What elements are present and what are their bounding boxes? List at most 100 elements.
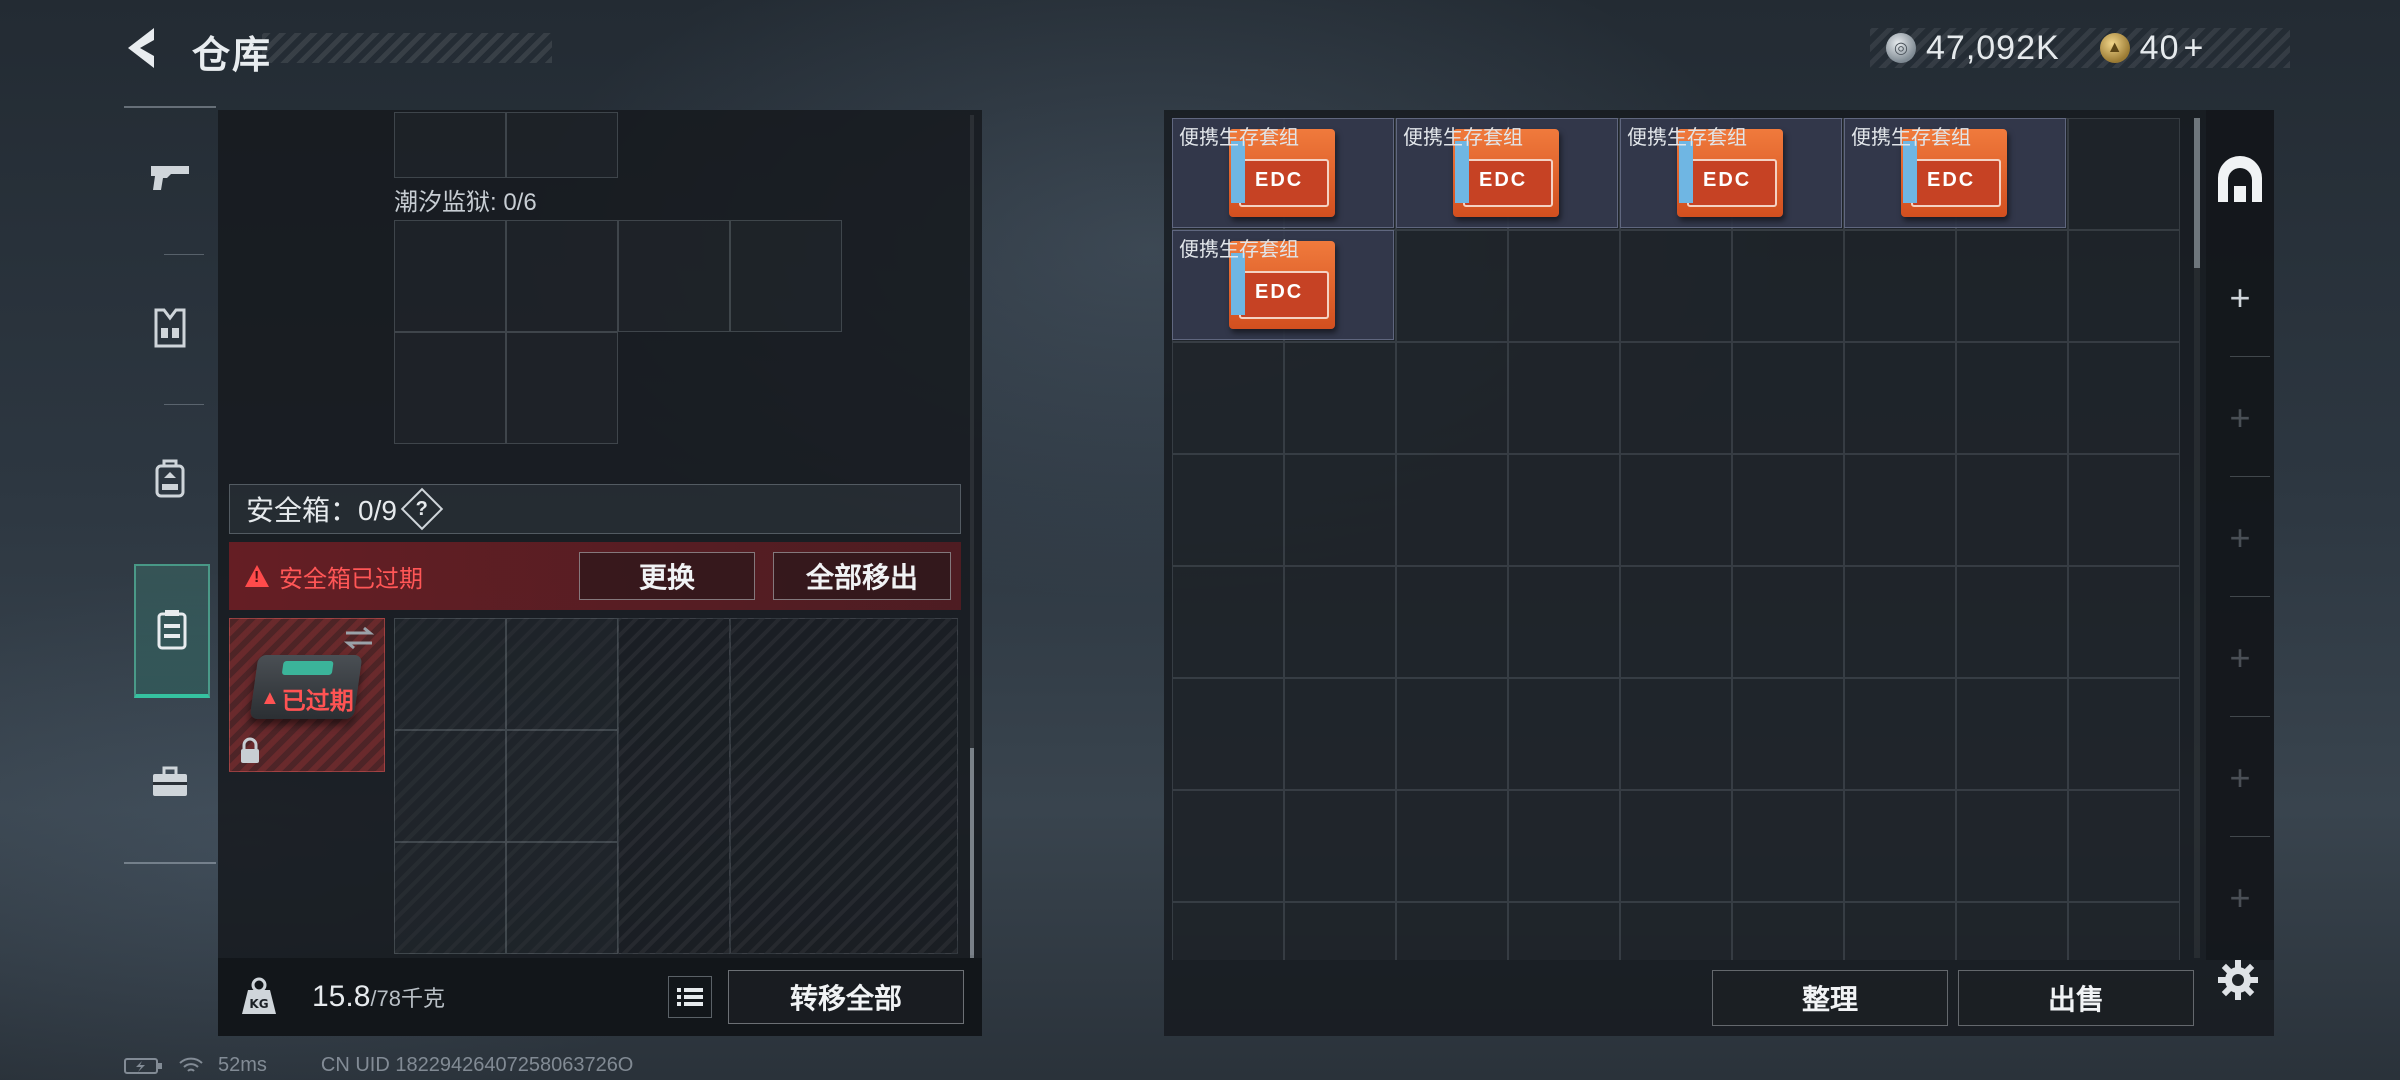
stash-grid-cell[interactable] xyxy=(2068,566,2180,678)
stash-grid-cell[interactable] xyxy=(2068,230,2180,342)
grid-cell[interactable] xyxy=(506,220,618,332)
stash-item-survival-kit[interactable]: 便携生存套组 xyxy=(1172,230,1394,340)
stash-grid-cell[interactable] xyxy=(1172,566,1284,678)
grid-cell[interactable] xyxy=(394,842,506,954)
grid-cell[interactable] xyxy=(506,112,618,178)
stash-grid-cell[interactable] xyxy=(2068,342,2180,454)
stash-grid-cell[interactable] xyxy=(1956,566,2068,678)
stash-item-survival-kit[interactable]: 便携生存套组 xyxy=(1172,118,1394,228)
swap-icon[interactable] xyxy=(342,625,376,651)
stash-item-survival-kit[interactable]: 便携生存套组 xyxy=(1844,118,2066,228)
stash-grid-cell[interactable] xyxy=(1844,230,1956,342)
stash-item-survival-kit[interactable]: 便携生存套组 xyxy=(1396,118,1618,228)
stash-grid-cell[interactable] xyxy=(1620,230,1732,342)
remove-all-button[interactable]: 全部移出 xyxy=(773,552,951,600)
sell-button[interactable]: 出售 xyxy=(1958,970,2194,1026)
add-stash-page-button[interactable]: + xyxy=(2220,277,2260,318)
stash-grid-cell[interactable] xyxy=(1732,230,1844,342)
stash-grid-cell[interactable] xyxy=(1732,902,1844,960)
stash-grid-cell[interactable] xyxy=(1172,454,1284,566)
stash-grid-cell[interactable] xyxy=(1844,454,1956,566)
list-view-button[interactable] xyxy=(668,976,712,1018)
stash-grid-cell[interactable] xyxy=(1396,790,1508,902)
sort-button[interactable]: 整理 xyxy=(1712,970,1948,1026)
stash-grid-cell[interactable] xyxy=(2068,118,2180,230)
grid-cell[interactable] xyxy=(394,332,506,444)
stash-grid-cell[interactable] xyxy=(1396,342,1508,454)
stash-tab-main[interactable] xyxy=(2214,154,2266,206)
stash-grid-cell[interactable] xyxy=(1732,790,1844,902)
stash-grid-cell[interactable] xyxy=(1732,678,1844,790)
stash-item-survival-kit[interactable]: 便携生存套组 xyxy=(1620,118,1842,228)
stash-grid-cell[interactable] xyxy=(1620,454,1732,566)
stash-grid-cell[interactable] xyxy=(1732,454,1844,566)
help-icon[interactable]: ? xyxy=(400,487,444,531)
stash-grid-cell[interactable] xyxy=(1508,342,1620,454)
stash-grid-cell[interactable] xyxy=(1844,790,1956,902)
grid-cell[interactable] xyxy=(506,730,618,842)
stash-grid-cell[interactable] xyxy=(1956,790,2068,902)
stash-grid-cell[interactable] xyxy=(1396,678,1508,790)
stash-scrollbar-thumb[interactable] xyxy=(2194,118,2200,268)
grid-cell[interactable] xyxy=(394,112,506,178)
grid-cell[interactable] xyxy=(394,220,506,332)
stash-grid-cell[interactable] xyxy=(1284,902,1396,960)
stash-grid-cell[interactable] xyxy=(1508,790,1620,902)
grid-cell[interactable] xyxy=(506,842,618,954)
stash-grid-cell[interactable] xyxy=(1172,342,1284,454)
loadout-scrollbar-thumb[interactable] xyxy=(970,748,974,958)
grid-cell[interactable] xyxy=(506,332,618,444)
gold-currency-add-button[interactable]: + xyxy=(2184,29,2204,68)
stash-grid-cell[interactable] xyxy=(1620,678,1732,790)
stash-grid-cell[interactable] xyxy=(1172,678,1284,790)
stash-grid-cell[interactable] xyxy=(1396,230,1508,342)
stash-grid-cell[interactable] xyxy=(1284,342,1396,454)
grid-cell[interactable] xyxy=(394,618,506,730)
settings-button[interactable] xyxy=(2212,954,2264,1006)
stash-grid-cell[interactable] xyxy=(1844,566,1956,678)
stash-grid-cell[interactable] xyxy=(1956,902,2068,960)
stash-grid-cell[interactable] xyxy=(2068,790,2180,902)
stash-grid-cell[interactable] xyxy=(2068,678,2180,790)
stash-grid-cell[interactable] xyxy=(1956,454,2068,566)
sidebar-item-toolbox[interactable] xyxy=(124,712,216,852)
stash-grid-cell[interactable] xyxy=(1620,902,1732,960)
sidebar-item-backpack[interactable] xyxy=(124,408,216,548)
stash-grid-cell[interactable] xyxy=(1844,902,1956,960)
stash-grid-cell[interactable] xyxy=(1620,342,1732,454)
safe-case-item[interactable]: ▲ 已过期 xyxy=(229,618,385,772)
stash-grid-cell[interactable] xyxy=(1284,566,1396,678)
stash-grid-cell[interactable] xyxy=(1732,342,1844,454)
stash-grid-cell[interactable] xyxy=(1844,678,1956,790)
sidebar-item-weapons[interactable] xyxy=(124,108,216,248)
sidebar-item-safe-box[interactable] xyxy=(134,564,210,698)
stash-grid-cell[interactable] xyxy=(1396,454,1508,566)
stash-grid-cell[interactable] xyxy=(1508,230,1620,342)
stash-grid-cell[interactable] xyxy=(1508,566,1620,678)
stash-grid-cell[interactable] xyxy=(1732,566,1844,678)
stash-grid-cell[interactable] xyxy=(2068,902,2180,960)
stash-grid-cell[interactable] xyxy=(1172,902,1284,960)
replace-button[interactable]: 更换 xyxy=(579,552,755,600)
stash-grid-cell[interactable] xyxy=(1284,454,1396,566)
stash-grid-cell[interactable] xyxy=(1284,790,1396,902)
stash-grid-cell[interactable] xyxy=(1172,790,1284,902)
stash-grid-cell[interactable] xyxy=(1396,902,1508,960)
grid-cell[interactable] xyxy=(618,220,730,332)
back-button[interactable] xyxy=(118,22,170,74)
stash-grid-cell[interactable] xyxy=(1956,342,2068,454)
stash-grid-cell[interactable] xyxy=(1508,678,1620,790)
stash-grid-cell[interactable] xyxy=(1956,678,2068,790)
stash-grid-cell[interactable] xyxy=(1284,678,1396,790)
stash-grid-cell[interactable] xyxy=(1844,342,1956,454)
stash-grid-cell[interactable] xyxy=(1396,566,1508,678)
grid-cell[interactable] xyxy=(394,730,506,842)
stash-grid-cell[interactable] xyxy=(1956,230,2068,342)
sidebar-item-armor[interactable] xyxy=(124,258,216,398)
stash-grid-cell[interactable] xyxy=(1620,790,1732,902)
grid-cell[interactable] xyxy=(506,618,618,730)
transfer-all-button[interactable]: 转移全部 xyxy=(728,970,964,1024)
stash-grid-cell[interactable] xyxy=(1620,566,1732,678)
stash-grid-cell[interactable] xyxy=(1508,454,1620,566)
grid-cell[interactable] xyxy=(730,220,842,332)
